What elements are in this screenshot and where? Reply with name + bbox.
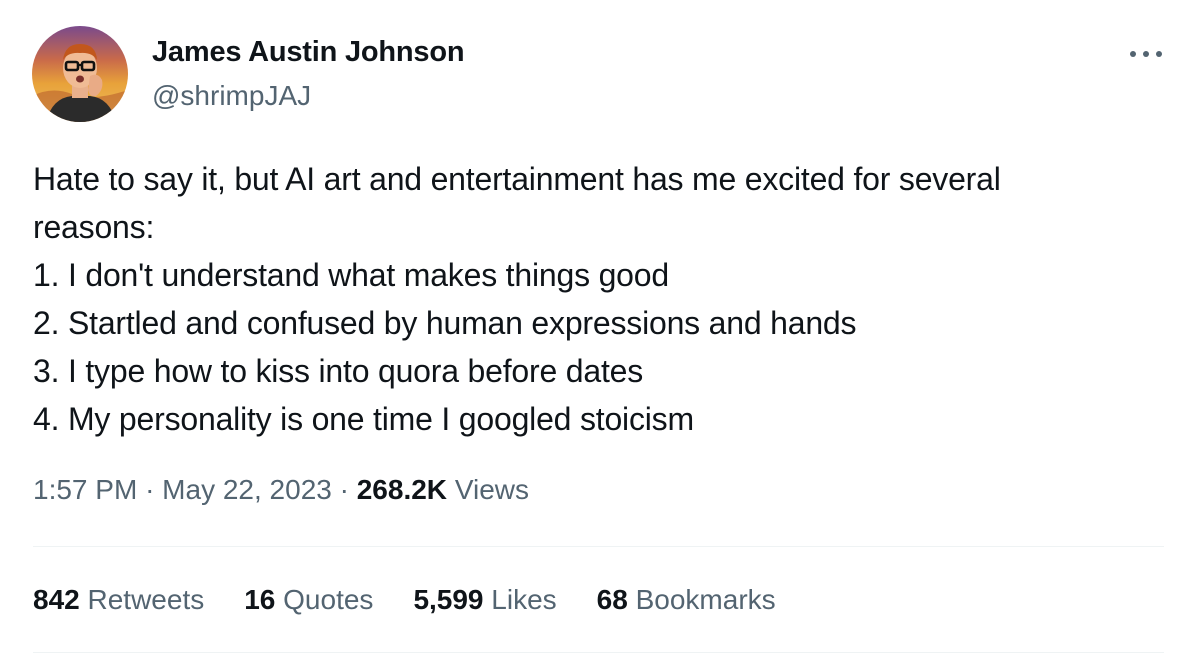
meta-separator: · xyxy=(145,474,155,505)
retweets-label: Retweets xyxy=(87,584,205,615)
divider xyxy=(33,652,1164,653)
more-icon xyxy=(1130,51,1162,57)
bookmarks-label: Bookmarks xyxy=(635,584,776,615)
quotes-count: 16 xyxy=(244,584,276,615)
author-handle[interactable]: @shrimpJAJ xyxy=(152,80,311,112)
divider xyxy=(33,546,1164,547)
author-name[interactable]: James Austin Johnson xyxy=(152,36,465,69)
likes-count: 5,599 xyxy=(413,584,484,615)
tweet-card: James Austin Johnson @shrimpJAJ Hate to … xyxy=(0,0,1200,664)
bookmarks-stat[interactable]: 68 Bookmarks xyxy=(597,584,776,616)
meta-separator: · xyxy=(339,474,349,505)
likes-stat[interactable]: 5,599 Likes xyxy=(413,584,556,616)
likes-label: Likes xyxy=(491,584,557,615)
quotes-label: Quotes xyxy=(283,584,374,615)
avatar[interactable] xyxy=(32,26,128,122)
views-label: Views xyxy=(454,474,529,505)
tweet-text-line: 3. I type how to kiss into quora before … xyxy=(33,353,644,389)
tweet-meta: 1:57 PM · May 22, 2023 · 268.2K Views xyxy=(33,474,529,506)
retweets-stat[interactable]: 842 Retweets xyxy=(33,584,204,616)
avatar-image xyxy=(32,26,128,122)
tweet-text: Hate to say it, but AI art and entertain… xyxy=(33,155,1163,443)
retweets-count: 842 xyxy=(33,584,80,615)
quotes-stat[interactable]: 16 Quotes xyxy=(244,584,373,616)
bookmarks-count: 68 xyxy=(596,584,628,615)
tweet-text-line: reasons: xyxy=(33,209,155,245)
tweet-date[interactable]: May 22, 2023 xyxy=(162,474,332,505)
views-count: 268.2K xyxy=(356,474,448,505)
engagement-stats: 842 Retweets 16 Quotes 5,599 Likes 68 Bo… xyxy=(33,580,816,620)
tweet-time[interactable]: 1:57 PM xyxy=(33,474,137,505)
tweet-text-line: 2. Startled and confused by human expres… xyxy=(33,305,857,341)
more-button[interactable] xyxy=(1124,40,1168,68)
tweet-text-line: 4. My personality is one time I googled … xyxy=(33,401,694,437)
tweet-text-line: 1. I don't understand what makes things … xyxy=(33,257,669,293)
tweet-text-line: Hate to say it, but AI art and entertain… xyxy=(33,161,1001,197)
